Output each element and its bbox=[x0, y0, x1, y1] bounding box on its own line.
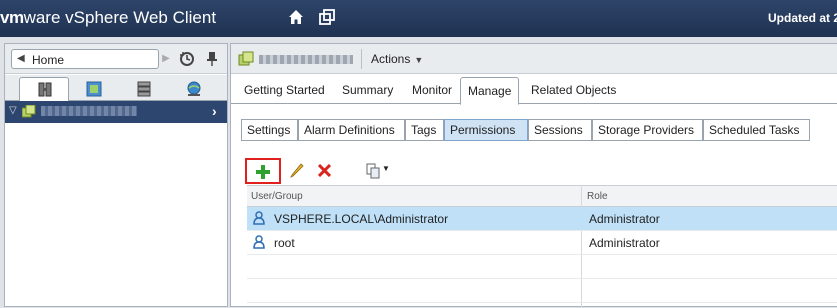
role-name: Administrator bbox=[589, 236, 660, 250]
user-icon bbox=[253, 211, 265, 225]
navigator-tabs bbox=[5, 75, 227, 102]
navigator-panel: ◀ Home ▶ ▽ › bbox=[4, 43, 228, 307]
empty-row bbox=[247, 279, 837, 303]
header-divider bbox=[361, 49, 362, 69]
plus-icon bbox=[256, 165, 270, 179]
copy-icon[interactable] bbox=[366, 163, 380, 179]
actions-menu-button[interactable]: Actions ▼ bbox=[371, 52, 423, 66]
object-icon bbox=[238, 51, 254, 66]
delete-icon[interactable] bbox=[318, 164, 331, 177]
brand-title: vSphere Web Client bbox=[60, 8, 217, 27]
column-header-role[interactable]: Role bbox=[587, 191, 608, 202]
column-header-user-group[interactable]: User/Group bbox=[251, 191, 303, 202]
tab-summary[interactable]: Summary bbox=[342, 83, 393, 97]
pin-icon[interactable] bbox=[206, 51, 218, 67]
home-back-button[interactable]: ◀ Home bbox=[11, 49, 159, 69]
recent-objects-icon[interactable] bbox=[319, 9, 335, 25]
table-row[interactable]: root Administrator bbox=[247, 231, 837, 255]
navigator-header: ◀ Home ▶ bbox=[5, 44, 227, 74]
tree-item-name-redacted bbox=[41, 106, 137, 116]
datacenter-icon bbox=[22, 105, 36, 118]
table-row[interactable]: VSPHERE.LOCAL\Administrator Administrato… bbox=[247, 207, 837, 231]
tab-manage[interactable]: Manage bbox=[460, 77, 520, 105]
subtab-storage-providers[interactable]: Storage Providers bbox=[592, 119, 703, 141]
networking-icon bbox=[187, 81, 201, 96]
updated-status: Updated at 2 bbox=[768, 11, 837, 25]
empty-row bbox=[247, 255, 837, 279]
top-bar: vmware vSphere Web Client Updated at 2 bbox=[0, 0, 837, 37]
user-name: VSPHERE.LOCAL\Administrator bbox=[274, 212, 449, 226]
tab-networking[interactable] bbox=[169, 77, 219, 101]
subtab-scheduled-tasks[interactable]: Scheduled Tasks bbox=[703, 119, 810, 141]
subtab-tags[interactable]: Tags bbox=[405, 119, 444, 141]
role-name: Administrator bbox=[589, 212, 660, 226]
caret-down-icon[interactable]: ▼ bbox=[382, 164, 390, 173]
tab-getting-started[interactable]: Getting Started bbox=[244, 83, 325, 97]
history-icon[interactable] bbox=[179, 51, 195, 67]
vms-templates-icon bbox=[86, 81, 102, 97]
tab-storage[interactable] bbox=[119, 77, 169, 101]
forward-arrow-icon[interactable]: ▶ bbox=[159, 49, 173, 69]
expand-toggle-icon[interactable]: ▽ bbox=[9, 105, 17, 116]
object-tabs: Getting Started Summary Monitor Manage R… bbox=[231, 74, 837, 105]
table-header: User/Group Role bbox=[247, 185, 837, 207]
app-brand: vmware vSphere Web Client bbox=[0, 8, 216, 28]
pencil-icon[interactable] bbox=[289, 162, 305, 178]
add-permission-button[interactable] bbox=[245, 158, 281, 184]
user-name: root bbox=[274, 236, 295, 250]
chevron-right-icon[interactable]: › bbox=[212, 103, 217, 119]
subtab-settings[interactable]: Settings bbox=[241, 119, 298, 141]
object-name-redacted bbox=[259, 55, 353, 64]
tab-hosts-clusters[interactable] bbox=[19, 77, 69, 102]
brand-vm: vm bbox=[0, 8, 24, 27]
brand-ware: ware bbox=[23, 8, 61, 27]
storage-icon bbox=[137, 81, 151, 97]
object-header: Actions ▼ bbox=[231, 44, 837, 74]
home-label: Home bbox=[32, 53, 65, 67]
permissions-toolbar: ▼ bbox=[245, 158, 445, 184]
main-panel: Actions ▼ Getting Started Summary Monitor… bbox=[230, 43, 837, 308]
subtab-permissions[interactable]: Permissions bbox=[444, 119, 528, 141]
chevron-down-icon: ▼ bbox=[414, 55, 424, 65]
permissions-table: User/Group Role VSPHERE.LOCAL\Administra… bbox=[247, 185, 837, 308]
actions-label: Actions bbox=[371, 52, 411, 66]
subtab-alarm-definitions[interactable]: Alarm Definitions bbox=[298, 119, 405, 141]
tree-item-selected[interactable]: ▽ › bbox=[5, 101, 227, 123]
tab-vms-templates[interactable] bbox=[69, 77, 119, 101]
back-arrow-icon: ◀ bbox=[17, 53, 25, 64]
hosts-clusters-icon bbox=[38, 82, 52, 97]
tab-related-objects[interactable]: Related Objects bbox=[531, 83, 616, 97]
subtab-sessions[interactable]: Sessions bbox=[528, 119, 592, 141]
tab-monitor[interactable]: Monitor bbox=[412, 83, 452, 97]
user-icon bbox=[253, 235, 265, 249]
home-icon[interactable] bbox=[288, 9, 304, 25]
